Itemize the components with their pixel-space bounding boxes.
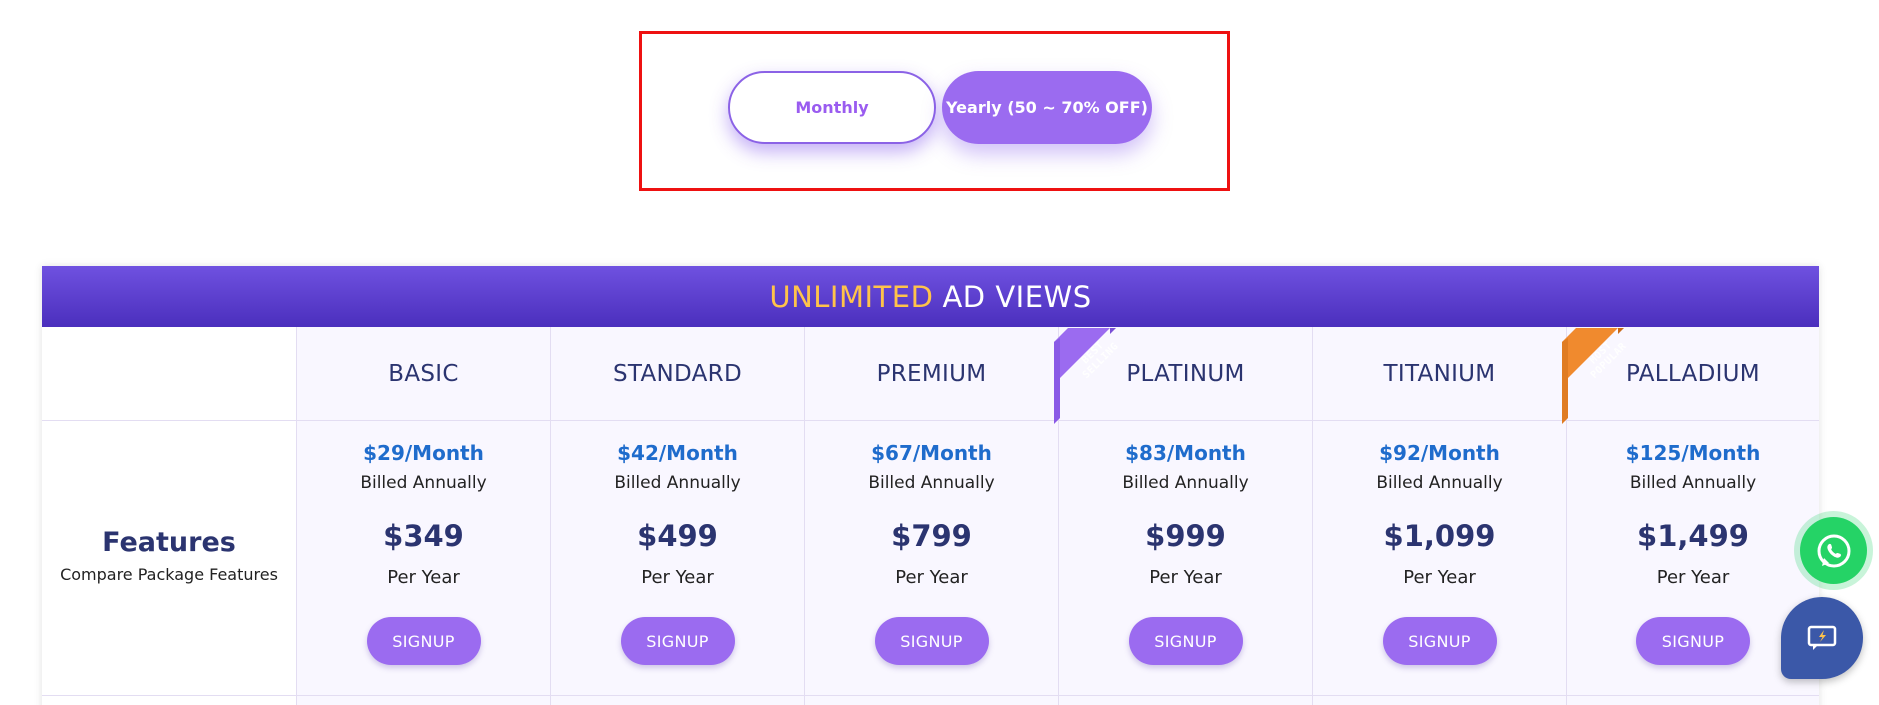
whatsapp-button[interactable] xyxy=(1800,517,1867,584)
signup-button-platinum[interactable]: SIGNUP xyxy=(1128,617,1243,665)
plan-name: TITANIUM xyxy=(1383,360,1496,387)
features-title: Features xyxy=(102,527,236,558)
banner-accent-text: UNLIMITED xyxy=(769,279,934,314)
billing-note: Billed Annually xyxy=(1629,473,1757,493)
yearly-price: $799 xyxy=(891,519,972,553)
monthly-price: $125/Month xyxy=(1625,441,1761,465)
plan-name: STANDARD xyxy=(613,360,742,387)
pricing-table: UNLIMITED AD VIEWS Features Compare Pack… xyxy=(42,266,1819,705)
plan-name: PREMIUM xyxy=(876,360,987,387)
price-period: Per Year xyxy=(1149,567,1222,588)
yearly-price: $349 xyxy=(383,519,464,553)
billing-note: Billed Annually xyxy=(360,473,487,493)
signup-button-palladium[interactable]: SIGNUP xyxy=(1636,617,1750,665)
signup-button-premium[interactable]: SIGNUP xyxy=(874,617,989,665)
monthly-price: $92/Month xyxy=(1379,441,1500,465)
row-divider xyxy=(42,420,296,421)
features-subtitle: Compare Package Features xyxy=(60,565,278,584)
plan-column-premium: PREMIUM $67/Month Billed Annually $799 P… xyxy=(804,327,1058,705)
row-divider xyxy=(551,695,804,696)
monthly-price: $29/Month xyxy=(363,441,484,465)
yearly-toggle-button[interactable]: Yearly (50 ~ 70% OFF) xyxy=(942,71,1152,144)
best-selling-ribbon: BEST SELLING xyxy=(1054,328,1154,428)
features-column: Features Compare Package Features xyxy=(42,327,296,705)
row-divider xyxy=(1313,420,1566,421)
row-divider xyxy=(1567,695,1819,696)
price-period: Per Year xyxy=(387,567,460,588)
row-divider xyxy=(42,695,296,696)
plan-column-standard: STANDARD $42/Month Billed Annually $499 … xyxy=(550,327,804,705)
price-period: Per Year xyxy=(1656,567,1730,588)
yearly-price: $1,099 xyxy=(1383,519,1496,553)
row-divider xyxy=(1313,695,1566,696)
row-divider xyxy=(1059,695,1312,696)
row-divider xyxy=(297,420,550,421)
signup-button-titanium[interactable]: SIGNUP xyxy=(1382,617,1497,665)
page: Monthly Yearly (50 ~ 70% OFF) UNLIMITED … xyxy=(0,0,1879,705)
whatsapp-icon xyxy=(1817,533,1850,568)
yearly-price: $499 xyxy=(637,519,718,553)
monthly-toggle-button[interactable]: Monthly xyxy=(728,71,936,144)
monthly-price: $83/Month xyxy=(1125,441,1246,465)
yearly-price: $999 xyxy=(1145,519,1226,553)
billing-note: Billed Annually xyxy=(1376,473,1503,493)
signup-button-standard[interactable]: SIGNUP xyxy=(620,617,735,665)
billing-note: Billed Annually xyxy=(614,473,741,493)
pricing-banner: UNLIMITED AD VIEWS xyxy=(42,266,1819,327)
price-period: Per Year xyxy=(641,567,714,588)
most-popular-ribbon: MOST POPULAR xyxy=(1562,328,1662,428)
banner-text: AD VIEWS xyxy=(942,279,1092,314)
price-period: Per Year xyxy=(895,567,968,588)
billing-note: Billed Annually xyxy=(1122,473,1249,493)
billing-note: Billed Annually xyxy=(868,473,995,493)
row-divider xyxy=(805,420,1058,421)
plan-column-titanium: TITANIUM $92/Month Billed Annually $1,09… xyxy=(1312,327,1566,705)
signup-button-basic[interactable]: SIGNUP xyxy=(366,617,481,665)
plan-column-basic: BASIC $29/Month Billed Annually $349 Per… xyxy=(296,327,550,705)
price-period: Per Year xyxy=(1403,567,1476,588)
plan-name: BASIC xyxy=(388,360,459,387)
yearly-price: $1,499 xyxy=(1637,519,1749,553)
row-divider xyxy=(551,420,804,421)
row-divider xyxy=(805,695,1058,696)
row-divider xyxy=(297,695,550,696)
monthly-price: $42/Month xyxy=(617,441,738,465)
chat-button[interactable] xyxy=(1781,597,1863,679)
monthly-price: $67/Month xyxy=(871,441,992,465)
chat-icon xyxy=(1807,625,1837,650)
